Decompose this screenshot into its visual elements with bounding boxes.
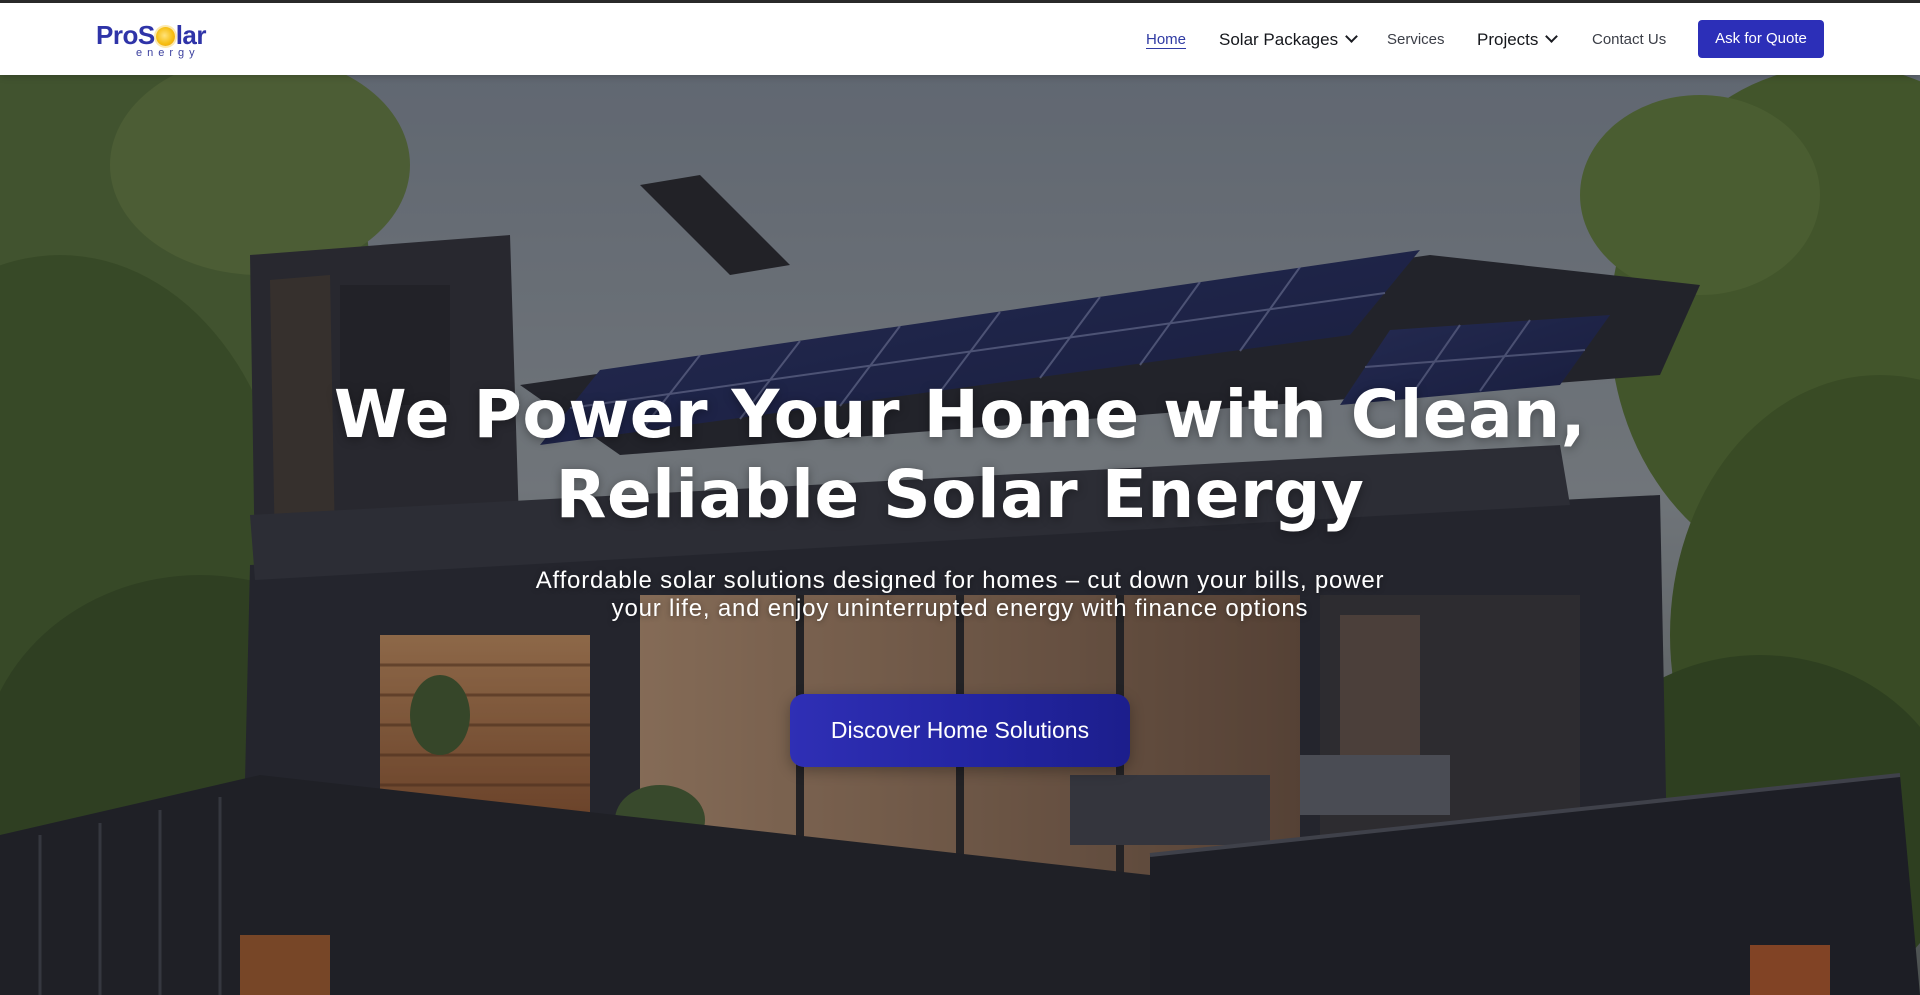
hero-headline-line-2: Reliable Solar Energy	[555, 456, 1365, 533]
nav-label-projects: Projects	[1477, 30, 1539, 49]
discover-home-solutions-button[interactable]: Discover Home Solutions	[790, 694, 1130, 767]
page: ProS lar energy Home Solar Packages Servi…	[0, 0, 1920, 995]
nav-dropdown-solar-packages[interactable]: Solar Packages	[1219, 29, 1358, 51]
hero-headline-line-1: We Power Your Home with Clean,	[333, 376, 1587, 453]
hero-dark-overlay	[0, 75, 1920, 995]
nav-link-home[interactable]: Home	[1146, 29, 1186, 51]
chevron-down-icon	[1345, 30, 1358, 43]
hero-section: We Power Your Home with Clean, Reliable …	[0, 75, 1920, 995]
main-navigation: Home Solar Packages Services Projects Co…	[0, 3, 1920, 75]
nav-label-solar-packages: Solar Packages	[1219, 30, 1339, 49]
ask-for-quote-button[interactable]: Ask for Quote	[1698, 20, 1824, 58]
hero-subtitle-line-2: your life, and enjoy uninterrupted energ…	[611, 595, 1309, 622]
chevron-down-icon	[1545, 30, 1559, 43]
hero-subtitle-line-1: Affordable solar solutions designed for …	[535, 567, 1385, 594]
nav-link-contact-us[interactable]: Contact Us	[1592, 29, 1666, 51]
hero-headline: We Power Your Home with Clean, Reliable …	[310, 375, 1610, 535]
hero-subtitle: Affordable solar solutions designed for …	[510, 567, 1410, 623]
site-header: ProS lar energy Home Solar Packages Servi…	[0, 3, 1920, 75]
nav-link-services[interactable]: Services	[1387, 29, 1445, 51]
nav-dropdown-projects[interactable]: Projects	[1477, 29, 1559, 51]
